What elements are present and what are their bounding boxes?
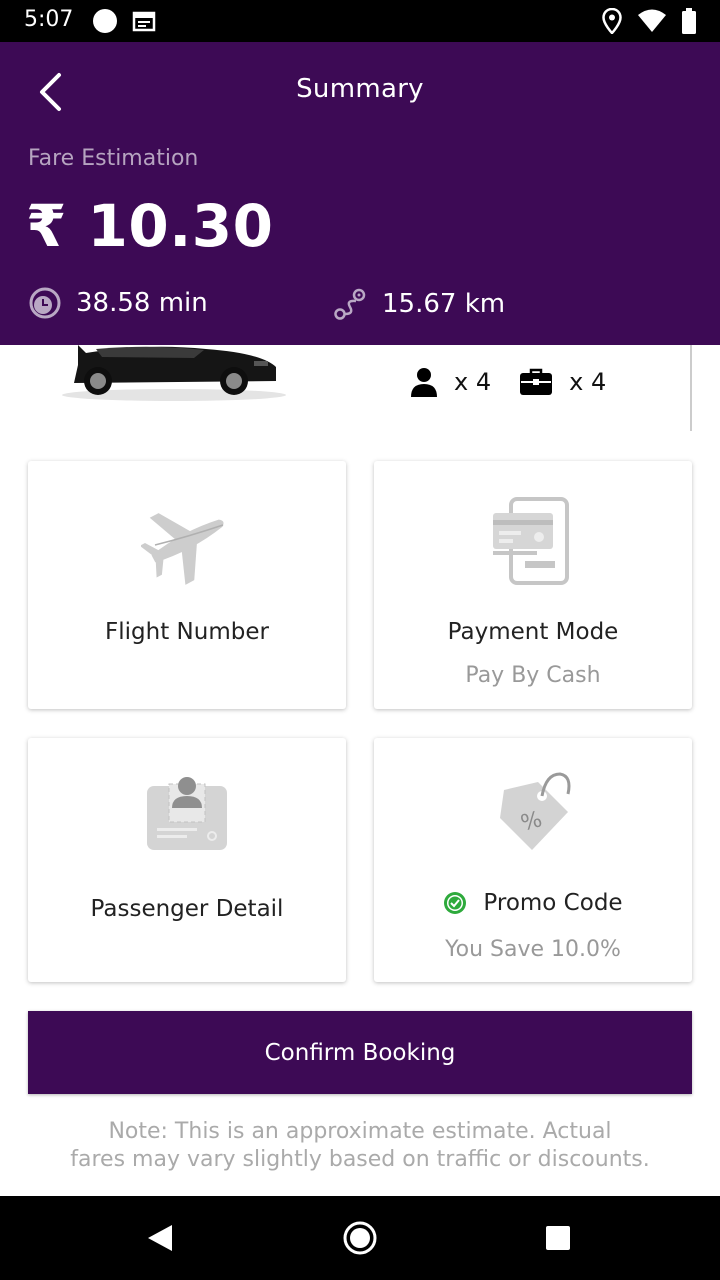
system-nav-bar [0, 1196, 720, 1280]
passenger-count: x 4 [454, 368, 492, 396]
nav-back-button[interactable] [140, 1218, 180, 1258]
page-title: Summary [296, 74, 424, 104]
home-circle-icon [343, 1221, 377, 1255]
car-image [62, 345, 286, 401]
luggage-capacity: x 4 [519, 368, 606, 396]
wifi-icon [638, 9, 666, 37]
flight-number-card[interactable]: Flight Number [28, 461, 346, 709]
duration-value: 38.58 min [76, 288, 208, 318]
id-card-icon [147, 777, 227, 850]
divider [690, 345, 692, 431]
note-line-1: Note: This is an approximate estimate. A… [108, 1119, 612, 1144]
fare-label: Fare Estimation [28, 146, 199, 171]
promo-savings: You Save 10.0% [445, 937, 621, 962]
confirm-booking-button[interactable]: Confirm Booking [28, 1011, 692, 1094]
passenger-detail-card[interactable]: Passenger Detail [28, 738, 346, 982]
status-time: 5:07 [24, 7, 74, 32]
person-icon [411, 368, 437, 397]
briefcase-icon [520, 368, 553, 395]
circle-icon [92, 8, 118, 38]
nav-home-button[interactable] [340, 1218, 380, 1258]
passenger-capacity: x 4 [410, 367, 491, 397]
battery-icon [682, 8, 696, 38]
status-bar: 5:07 [0, 0, 720, 42]
promo-code-card[interactable]: % Promo Code You Save 10.0% [374, 738, 692, 982]
fare-amount: ₹ 10.30 [26, 192, 274, 260]
luggage-count: x 4 [569, 368, 607, 396]
promo-code-label: Promo Code [483, 890, 623, 916]
promo-code-row: Promo Code [374, 890, 692, 916]
vehicle-capacity: x 4 x 4 [410, 367, 634, 397]
payment-mode-card[interactable]: Payment Mode Pay By Cash [374, 461, 692, 709]
airplane-icon [141, 513, 224, 585]
back-triangle-icon [148, 1225, 172, 1251]
recents-square-icon [546, 1226, 570, 1250]
nav-recents-button[interactable] [538, 1218, 578, 1258]
vehicle-summary: x 4 x 4 [0, 345, 720, 435]
clock-icon [29, 287, 61, 319]
note-line-2: fares may vary slightly based on traffic… [70, 1147, 650, 1172]
flight-number-label: Flight Number [105, 619, 269, 645]
discount-tag-icon: % [500, 772, 571, 850]
passenger-detail-label: Passenger Detail [90, 896, 284, 922]
check-circle-icon [444, 892, 467, 914]
calendar-icon [132, 10, 156, 36]
route-icon [334, 288, 366, 320]
payment-card-icon [493, 497, 569, 585]
estimate-note: Note: This is an approximate estimate. A… [40, 1118, 680, 1174]
distance-metric: 15.67 km [332, 286, 505, 322]
location-icon [602, 7, 622, 38]
payment-mode-value: Pay By Cash [465, 663, 601, 688]
distance-value: 15.67 km [382, 289, 506, 319]
payment-mode-label: Payment Mode [447, 619, 619, 645]
duration-metric: 38.58 min [28, 286, 208, 320]
fare-header: Summary Fare Estimation ₹ 10.30 38.58 mi… [0, 42, 720, 345]
